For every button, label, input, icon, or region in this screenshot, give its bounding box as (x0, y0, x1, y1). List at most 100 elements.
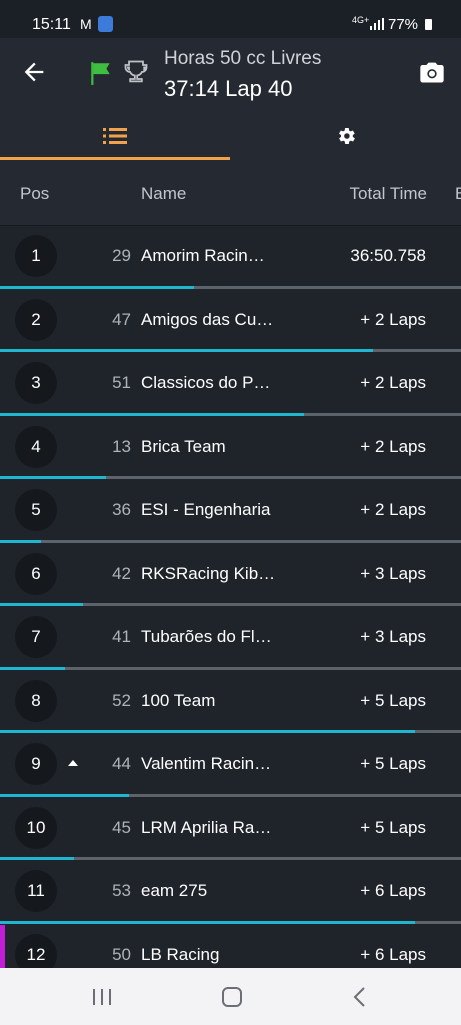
kart-number: 29 (112, 246, 131, 265)
table-row[interactable]: 5 36 ESI - Engenharia + 2 Laps (0, 480, 461, 543)
network-type: 4G+ (352, 15, 370, 25)
lap-progress-track (0, 857, 461, 860)
total-time: + 2 Laps (360, 373, 426, 392)
table-row[interactable]: 10 45 LRM Aprilia Ra… + 5 Laps (0, 797, 461, 860)
table-row[interactable]: 11 53 eam 275 + 6 Laps (0, 861, 461, 924)
total-time: + 6 Laps (360, 944, 426, 964)
nav-back-icon[interactable] (352, 986, 368, 1008)
lap-progress-fill (0, 349, 374, 352)
column-name[interactable]: Name (141, 184, 186, 204)
column-extra[interactable]: B (455, 184, 461, 204)
position-badge: 3 (15, 362, 57, 404)
lap-progress-fill (0, 603, 83, 606)
table-row[interactable]: 4 13 Brica Team + 2 Laps (0, 416, 461, 479)
team-name: RKSRacing Kib… (141, 563, 276, 583)
table-row[interactable]: 8 52 100 Team + 5 Laps (0, 670, 461, 733)
table-row[interactable]: 9 44 Valentim Racin… + 5 Laps (0, 734, 461, 797)
position-badge: 2 (15, 298, 57, 341)
total-time: + 5 Laps (360, 690, 426, 710)
lap-progress-track (0, 603, 461, 606)
team-name: Tubarões do Fl… (141, 627, 272, 646)
lap-progress-track (0, 539, 461, 543)
lap-progress-track (0, 285, 461, 289)
battery-icon (425, 19, 432, 30)
table-row[interactable]: 2 47 Amigos das Cu… + 2 Laps (0, 289, 461, 352)
signal-icon (370, 18, 384, 30)
lap-progress-track (0, 412, 461, 416)
lap-progress-fill (0, 666, 65, 670)
kart-number: 44 (112, 754, 131, 773)
lap-progress-fill (0, 539, 42, 543)
column-total-time[interactable]: Total Time (350, 184, 427, 204)
column-header-row: Pos Name Total Time B (0, 160, 461, 226)
back-arrow-icon[interactable] (20, 58, 48, 86)
lap-progress-fill (0, 920, 415, 924)
recent-apps-icon[interactable] (92, 988, 112, 1006)
position-badge: 7 (15, 616, 57, 658)
table-row[interactable]: 3 51 Classicos do P… + 2 Laps (0, 353, 461, 416)
camera-icon[interactable] (418, 58, 446, 86)
kart-number: 41 (112, 627, 131, 646)
home-icon[interactable] (222, 987, 242, 1007)
session-title: Horas 50 cc Livres (164, 48, 322, 69)
status-time: 15:11 (32, 16, 71, 33)
team-name: Valentim Racin… (141, 754, 272, 773)
leaderboard-list[interactable]: 1 29 Amorim Racin… 36:50.758 2 47 Amigos… (0, 226, 461, 968)
total-time: + 3 Laps (360, 627, 426, 646)
table-row[interactable]: 1 29 Amorim Racin… 36:50.758 (0, 226, 461, 289)
position-badge: 5 (15, 489, 57, 531)
total-time: + 3 Laps (360, 563, 426, 583)
team-name: eam 275 (141, 881, 208, 900)
tab-leaderboard[interactable] (0, 113, 230, 160)
position-badge: 6 (15, 552, 57, 595)
position-badge: 8 (15, 679, 57, 722)
column-pos[interactable]: Pos (20, 184, 49, 204)
lap-progress-track (0, 476, 461, 479)
kart-number: 13 (112, 436, 131, 456)
table-row[interactable]: 12 50 LB Racing + 6 Laps (0, 924, 461, 968)
total-time: 36:50.758 (350, 246, 426, 265)
lap-progress-fill (0, 730, 415, 733)
kart-number: 50 (112, 944, 131, 964)
lap-progress-track (0, 793, 461, 797)
trophy-icon[interactable] (122, 58, 150, 86)
total-time: + 5 Laps (360, 754, 426, 773)
team-name: ESI - Engenharia (141, 500, 271, 519)
tab-settings[interactable] (231, 113, 461, 160)
status-bar: 15:11 M 4G+ 77% (0, 0, 461, 38)
position-up-icon (68, 760, 78, 766)
position-badge: 10 (15, 806, 57, 849)
lap-progress-track (0, 349, 461, 352)
kart-number: 53 (112, 881, 131, 900)
total-time: + 2 Laps (360, 500, 426, 519)
app-notification-icon (98, 16, 113, 32)
team-name: Amorim Racin… (141, 246, 265, 265)
position-badge: 9 (15, 743, 57, 785)
position-badge: 4 (15, 425, 57, 468)
list-icon (103, 128, 127, 144)
kart-number: 45 (112, 817, 131, 837)
total-time: + 6 Laps (360, 881, 426, 900)
team-name: Amigos das Cu… (141, 309, 274, 329)
system-nav-bar (0, 968, 461, 1025)
green-flag-icon (91, 62, 110, 85)
total-time: + 2 Laps (360, 309, 426, 329)
team-name: Brica Team (141, 436, 226, 456)
position-badge: 12 (15, 933, 57, 968)
gmail-icon: M (80, 16, 92, 32)
lap-progress-fill (0, 412, 305, 416)
app-bar: Horas 50 cc Livres 37:14 Lap 40 (0, 38, 461, 160)
team-name: LRM Aprilia Ra… (141, 817, 272, 837)
highlight-marker (0, 924, 5, 968)
team-name: 100 Team (141, 690, 216, 710)
kart-number: 42 (112, 563, 131, 583)
lap-progress-track (0, 730, 461, 733)
lap-progress-track (0, 666, 461, 670)
team-name: LB Racing (141, 944, 220, 964)
kart-number: 51 (112, 373, 131, 392)
table-row[interactable]: 6 42 RKSRacing Kib… + 3 Laps (0, 543, 461, 606)
table-row[interactable]: 7 41 Tubarões do Fl… + 3 Laps (0, 607, 461, 670)
lap-progress-fill (0, 476, 107, 479)
lap-progress-track (0, 920, 461, 924)
kart-number: 52 (112, 690, 131, 710)
